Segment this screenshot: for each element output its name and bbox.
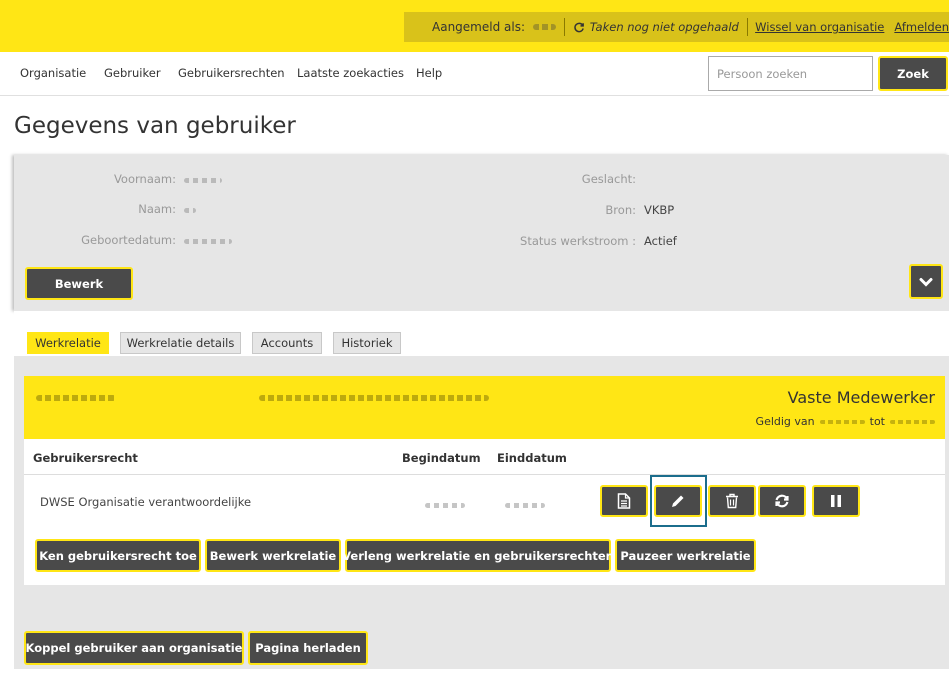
assign-right-button[interactable]: Ken gebruikersrecht toe [35, 539, 201, 572]
expand-details-button[interactable] [909, 264, 943, 299]
signed-in-label: Aangemeld als: [432, 20, 525, 34]
delete-right-button[interactable] [708, 485, 756, 517]
last-name-value [184, 208, 196, 213]
column-header-end-date: Einddatum [497, 451, 567, 465]
valid-from-date [819, 419, 865, 424]
gender-label: Geslacht: [581, 172, 636, 186]
signed-in-user [533, 24, 557, 30]
pause-icon [828, 493, 844, 509]
table-row-start-date [425, 503, 465, 508]
extend-work-relation-button[interactable]: Verleng werkrelatie en gebruikersrechten [342, 539, 614, 572]
link-user-to-organisation-button[interactable]: Koppel gebruiker aan organisatie [24, 631, 244, 665]
work-relation-header: Vaste Medewerker Geldig van tot [24, 376, 945, 439]
tasks-status-text: Taken nog niet opgehaald [589, 20, 739, 34]
nav-item-organisatie[interactable]: Organisatie [20, 66, 86, 80]
pause-right-button[interactable] [812, 485, 860, 517]
work-relation-type: Vaste Medewerker [787, 388, 935, 407]
workflow-status-label: Status werkstroom : [520, 234, 636, 248]
nav-item-laatste-zoekacties[interactable]: Laatste zoekacties [297, 66, 404, 80]
renew-right-button[interactable] [758, 485, 806, 517]
logout-link[interactable]: Afmelden [894, 20, 949, 34]
table-row-end-date [505, 503, 545, 508]
first-name-label: Voornaam: [113, 172, 176, 186]
tab-historiek[interactable]: Historiek [333, 332, 401, 354]
first-name-value [184, 178, 222, 183]
focus-highlight [650, 475, 707, 527]
pause-work-relation-button[interactable]: Pauzeer werkrelatie [615, 539, 756, 572]
organisation-name [36, 395, 116, 401]
workflow-status-value: Actief [644, 234, 677, 248]
validity-period: Geldig van tot [756, 415, 935, 428]
source-value: VKBP [644, 203, 675, 217]
organisation-address [259, 395, 489, 401]
column-header-start-date: Begindatum [402, 451, 481, 465]
tab-accounts[interactable]: Accounts [252, 332, 322, 354]
switch-organisation-link[interactable]: Wissel van organisatie [755, 20, 884, 34]
column-header-right: Gebruikersrecht [33, 451, 138, 465]
person-search-input[interactable] [708, 56, 873, 91]
page-title: Gegevens van gebruiker [14, 113, 296, 139]
valid-from-label: Geldig van [755, 415, 815, 428]
refresh-icon [573, 21, 585, 33]
edit-work-relation-button[interactable]: Bewerk werkrelatie [205, 539, 341, 572]
nav-item-gebruikersrechten[interactable]: Gebruikersrechten [178, 66, 285, 80]
search-button[interactable]: Zoek [878, 56, 948, 91]
nav-item-gebruiker[interactable]: Gebruiker [104, 66, 161, 80]
reload-page-button[interactable]: Pagina herladen [248, 631, 368, 665]
trash-icon [725, 493, 739, 509]
source-label: Bron: [605, 203, 636, 217]
edit-user-button[interactable]: Bewerk [25, 267, 133, 300]
tab-werkrelatie[interactable]: Werkrelatie [27, 332, 109, 354]
tasks-status[interactable]: Taken nog niet opgehaald [573, 20, 739, 34]
user-strip: Aangemeld als: Taken nog niet opgehaald … [404, 12, 949, 42]
sync-icon [774, 493, 790, 509]
nav-item-help[interactable]: Help [416, 66, 442, 80]
view-details-button[interactable] [600, 485, 648, 517]
valid-to-label: tot [869, 415, 885, 428]
tab-werkrelatie-details[interactable]: Werkrelatie details [120, 332, 241, 354]
table-divider [24, 474, 945, 475]
birthdate-value [184, 239, 232, 244]
last-name-label: Naam: [138, 202, 176, 216]
valid-to-date [890, 419, 935, 424]
chevron-down-icon [918, 274, 934, 290]
birthdate-label: Geboortedatum: [81, 233, 176, 247]
table-row-right: DWSE Organisatie verantwoordelijke [40, 495, 252, 509]
document-icon [617, 493, 631, 509]
